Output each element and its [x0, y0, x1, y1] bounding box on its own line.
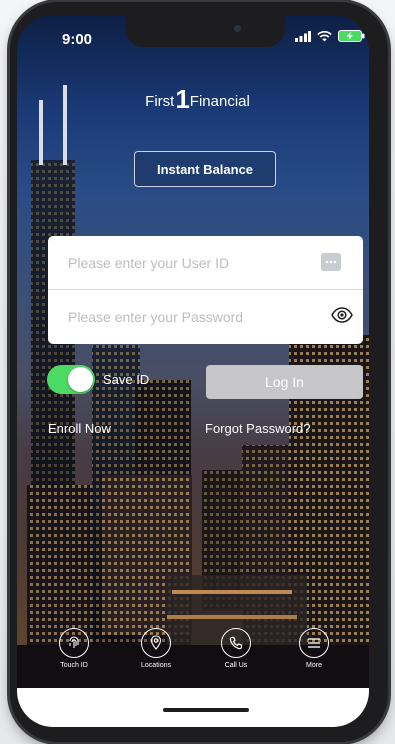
brand-one: 1 [175, 84, 190, 114]
log-in-button[interactable]: Log In [206, 365, 363, 399]
autofill-key-icon[interactable] [321, 253, 341, 271]
location-icon [141, 628, 171, 658]
instant-balance-button[interactable]: Instant Balance [134, 151, 276, 187]
home-indicator-area [17, 688, 369, 727]
nav-locations[interactable]: Locations [124, 628, 188, 669]
status-icons [295, 30, 365, 42]
login-form [48, 236, 363, 344]
password-field-row [48, 289, 363, 343]
battery-icon [338, 30, 365, 42]
wifi-icon [317, 30, 332, 41]
nav-touch-id-label: Touch ID [60, 662, 88, 669]
brand-financial: Financial [189, 93, 250, 110]
save-id-label: Save ID [103, 372, 150, 387]
brand-logo: First1Financial [0, 84, 395, 115]
brand-first: First [145, 93, 175, 110]
user-id-field-row [48, 236, 363, 289]
bottom-navigation: Touch ID Locations Call Us More [28, 628, 380, 678]
nav-touch-id[interactable]: Touch ID [42, 628, 106, 669]
nav-more-label: More [306, 662, 322, 669]
toggle-knob [68, 367, 93, 392]
fingerprint-icon [59, 628, 89, 658]
forgot-password-link[interactable]: Forgot Password? [205, 421, 311, 436]
user-id-input[interactable] [66, 253, 310, 272]
nav-call-us-label: Call Us [224, 662, 248, 669]
status-time: 9:00 [62, 31, 93, 48]
nav-locations-label: Locations [141, 662, 171, 669]
enroll-now-link[interactable]: Enroll Now [48, 421, 111, 436]
home-indicator-bar[interactable] [163, 708, 249, 712]
nav-call-us[interactable]: Call Us [204, 628, 268, 669]
save-id-toggle[interactable] [47, 365, 95, 394]
camera-notch [125, 15, 285, 47]
signal-icon [295, 30, 311, 42]
show-password-eye-icon[interactable] [331, 306, 353, 324]
menu-icon [299, 628, 329, 658]
phone-icon [221, 628, 251, 658]
nav-more[interactable]: More [282, 628, 346, 669]
password-input[interactable] [66, 307, 310, 326]
front-camera [234, 25, 241, 32]
